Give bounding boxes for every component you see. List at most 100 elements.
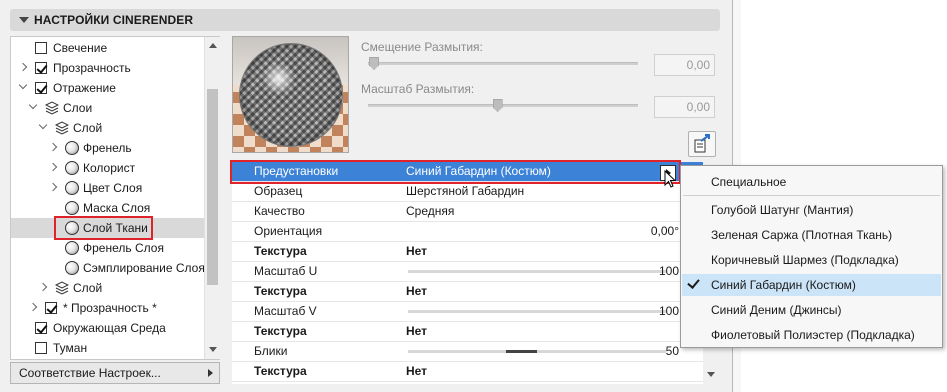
property-name: Образец	[254, 184, 303, 198]
menu-item-special[interactable]: Специальное	[711, 175, 786, 189]
menu-item[interactable]: Голубой Шатунг (Мантия)	[711, 203, 853, 217]
scroll-up-icon[interactable]	[209, 43, 217, 48]
property-value: Шерстяной Габардин	[406, 184, 525, 198]
slider-fill	[506, 350, 537, 353]
tree-item[interactable]: Колорист	[11, 158, 204, 178]
property-name: Ориентация	[254, 224, 323, 238]
match-settings-dropdown[interactable]: Соответствие Настроек...	[10, 362, 220, 384]
layers-icon	[55, 121, 69, 135]
chevron-down-icon[interactable]	[18, 80, 28, 90]
tree-item[interactable]: Прозрачность	[11, 58, 204, 78]
chevron-right-icon[interactable]	[48, 142, 58, 152]
tree-item[interactable]: Цвет Слоя	[11, 178, 204, 198]
property-name: Масштаб V	[254, 304, 317, 318]
tree-item[interactable]: Слой	[11, 278, 204, 298]
property-value: Нет	[406, 364, 428, 378]
property-row[interactable]: Текстура Нет	[232, 282, 703, 302]
tree-item[interactable]: Френель Слоя	[11, 238, 204, 258]
section-header[interactable]: НАСТРОЙКИ CINERENDER	[10, 9, 720, 31]
sphere-icon	[65, 141, 79, 155]
tree-item-label: Отражение	[53, 81, 116, 95]
property-row[interactable]: Масштаб U 100	[232, 262, 703, 282]
tree-item[interactable]: Отражение	[11, 78, 204, 98]
property-number[interactable]: 50	[666, 342, 679, 361]
property-row[interactable]: Образец Шерстяной Габардин	[232, 182, 703, 202]
sphere-icon	[65, 241, 79, 255]
section-title: НАСТРОЙКИ CINERENDER	[34, 13, 194, 27]
blur-scale-label: Масштаб Размытия:	[361, 82, 475, 96]
material-preview	[232, 36, 349, 153]
chevron-right-icon[interactable]	[48, 162, 58, 172]
sphere-icon	[65, 161, 79, 175]
tree-scrollbar[interactable]	[204, 37, 220, 359]
property-row[interactable]: Ориентация 0,00°	[232, 222, 703, 242]
tree-item[interactable]: Слои	[11, 98, 204, 118]
scroll-down-icon[interactable]	[209, 347, 217, 352]
sphere-icon	[65, 201, 79, 215]
scroll-thumb[interactable]	[207, 89, 218, 285]
property-number[interactable]: 100	[659, 262, 679, 281]
tree-item[interactable]: Френель	[11, 138, 204, 158]
tree-item-label: Цвет Слоя	[83, 181, 143, 195]
tree-item[interactable]: Маска Слоя	[11, 198, 204, 218]
save-preset-button[interactable]	[688, 131, 716, 157]
property-slider[interactable]	[408, 270, 666, 273]
property-row[interactable]: Текстура Нет	[232, 242, 703, 262]
property-name: Текстура	[254, 284, 307, 298]
blur-scale-field[interactable]: 0,00	[654, 96, 715, 118]
menu-item[interactable]: Синий Габардин (Костюм)	[711, 278, 856, 292]
material-channel-tree[interactable]: Свечение Прозрачность Отражение Слои Слой Фре…	[10, 36, 220, 360]
property-row[interactable]: Масштаб V 100	[232, 302, 703, 322]
property-name: Текстура	[254, 244, 307, 258]
checkbox[interactable]	[35, 42, 47, 54]
checkbox[interactable]	[35, 82, 47, 94]
chevron-right-icon[interactable]	[38, 282, 48, 292]
property-name: Текстура	[254, 364, 307, 378]
chevron-right-icon[interactable]	[48, 182, 58, 192]
checkbox[interactable]	[35, 322, 47, 334]
property-value: Средняя	[406, 204, 455, 218]
checkbox[interactable]	[35, 342, 47, 354]
property-row[interactable]: Блики 50	[232, 342, 703, 362]
tree-item-label: Слои	[63, 101, 93, 115]
highlight-box	[230, 160, 681, 184]
tree-item-label: Свечение	[53, 41, 108, 55]
chevron-down-icon[interactable]	[38, 120, 48, 130]
property-row[interactable]: Качество Средняя	[232, 202, 703, 222]
scroll-down-icon[interactable]	[707, 372, 715, 377]
menu-item[interactable]: Синий Деним (Джинсы)	[711, 303, 842, 317]
property-number[interactable]: 0,00°	[651, 222, 679, 241]
tree-item[interactable]: Окружающая Среда	[11, 318, 204, 338]
tree-item[interactable]: Сэмплирование Слоя	[11, 258, 205, 278]
property-number[interactable]: 100	[659, 302, 679, 321]
tree-item-label: Колорист	[83, 161, 136, 175]
tree-item[interactable]: Слой	[11, 118, 204, 138]
property-slider[interactable]	[408, 310, 666, 313]
chevron-right-icon[interactable]	[28, 302, 38, 312]
tree-item[interactable]: * Прозрачность *	[11, 298, 204, 318]
tree-item[interactable]: Туман	[11, 338, 204, 358]
menu-item[interactable]: Зеленая Саржа (Плотная Ткань)	[711, 228, 892, 242]
property-grid[interactable]: Предустановки Синий Габардин (Костюм) Обра…	[232, 162, 703, 384]
chevron-down-icon[interactable]	[28, 100, 38, 110]
collapse-triangle-icon[interactable]	[19, 17, 29, 23]
blur-offset-slider[interactable]	[368, 62, 638, 65]
checkbox[interactable]	[35, 62, 47, 74]
menu-item[interactable]: Фиолетовый Полиэстер (Подкладка)	[711, 328, 915, 342]
tree-item-label: Прозрачность	[53, 61, 131, 75]
checkbox[interactable]	[45, 302, 57, 314]
tree-item-label: Слой	[73, 121, 103, 135]
tree-item[interactable]: Свечение	[11, 38, 204, 58]
property-slider[interactable]	[408, 350, 666, 353]
property-value: Нет	[406, 284, 428, 298]
property-row[interactable]: Текстура Нет	[232, 322, 703, 342]
chevron-right-icon[interactable]	[18, 62, 28, 72]
preset-popup-menu[interactable]: Специальное Голубой Шатунг (Мантия) Зелен…	[680, 165, 943, 348]
property-row[interactable]: Текстура Нет	[232, 362, 703, 382]
sphere-icon	[65, 261, 79, 275]
highlight-box	[54, 216, 153, 240]
blur-scale-slider[interactable]	[368, 104, 638, 107]
tree-item-label: Туман	[53, 341, 88, 355]
menu-item[interactable]: Коричневый Шармез (Подкладка)	[711, 253, 899, 267]
blur-offset-field[interactable]: 0,00	[654, 54, 715, 76]
